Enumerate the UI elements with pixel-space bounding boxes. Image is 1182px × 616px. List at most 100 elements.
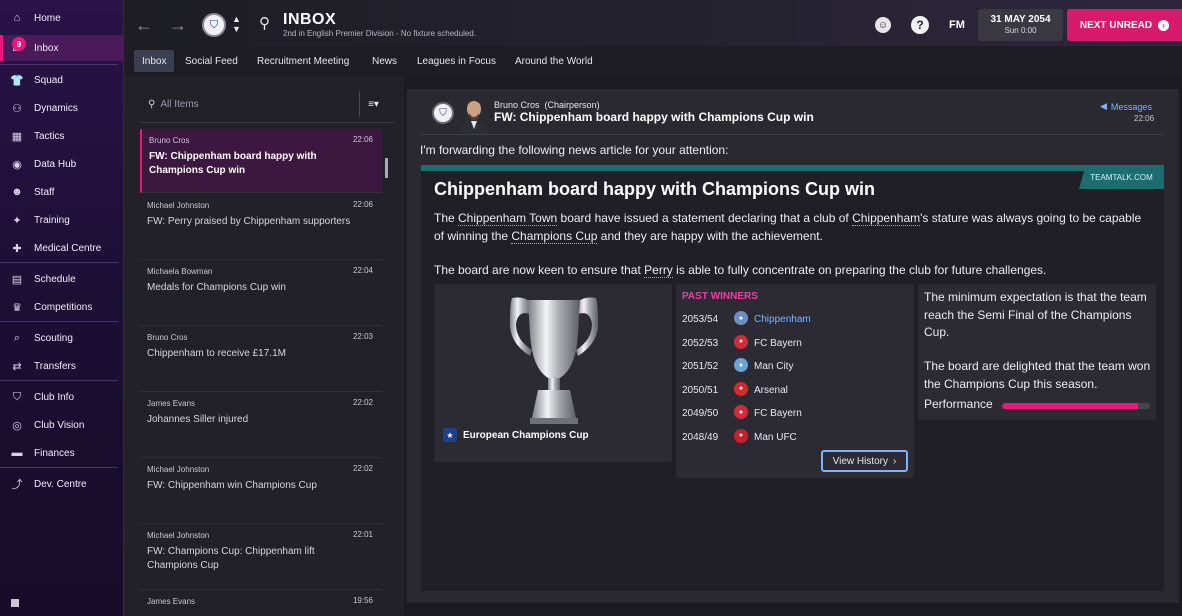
winner-club[interactable]: Arsenal <box>754 385 788 396</box>
view-history-button[interactable]: View History › <box>821 450 908 472</box>
club-menu-chevron-icon[interactable]: ▲ ▼ <box>232 14 241 34</box>
tab-around-the-world[interactable]: Around the World <box>507 50 601 72</box>
text: of the <box>1034 307 1071 322</box>
list-item[interactable]: James Evans 22:02 Johannes Siller injure… <box>140 392 382 458</box>
tab-news[interactable]: News <box>364 50 405 72</box>
past-winners-title: PAST WINNERS <box>682 291 758 302</box>
view-history-label: View History <box>832 455 889 467</box>
article-paragraph: The board are now keen to ensure that Pe… <box>434 262 1154 280</box>
sender-name[interactable]: Bruno Cros <box>494 100 540 110</box>
sidebar-item-finances[interactable]: ▬ Finances <box>0 440 124 466</box>
sidebar-item-dynamics[interactable]: ⚇ Dynamics <box>0 95 124 121</box>
text: . <box>946 325 950 339</box>
trophy-image <box>504 294 604 426</box>
sidebar-item-competitions[interactable]: ♛ Competitions <box>0 294 124 320</box>
club-badge-icon: ● <box>734 405 748 419</box>
season: 2050/51 <box>682 384 719 396</box>
forward-arrow-icon[interactable]: → <box>167 14 189 36</box>
scrollbar[interactable] <box>385 158 388 178</box>
winner-club[interactable]: FC Bayern <box>754 408 802 419</box>
finances-icon: ▬ <box>11 447 23 459</box>
list-item[interactable]: Michael Johnston 22:01 FW: Champions Cup… <box>140 524 382 590</box>
avatar[interactable] <box>460 97 488 134</box>
past-winner-row: 2053/54 ● Chippenham <box>682 311 892 327</box>
date-display[interactable]: 31 MAY 2054 Sun 0:00 <box>978 9 1063 41</box>
medical-icon: ✚ <box>12 242 22 255</box>
club-crest-icon[interactable]: ⛉ <box>202 13 226 37</box>
message-subject: FW: Chippenham win Champions Cup <box>147 480 317 491</box>
manager-icon[interactable]: ☺ <box>875 17 891 33</box>
sidebar-divider <box>0 467 118 468</box>
performance-label: Performance <box>924 397 993 411</box>
sender-line: Bruno Cros (Chairperson) <box>494 100 600 110</box>
season: 2053/54 <box>682 314 719 325</box>
past-winner-row: 2049/50 ● FC Bayern <box>682 405 892 421</box>
header-divider <box>420 134 1165 135</box>
sidebar-item-club-vision[interactable]: ◎ Club Vision <box>0 412 124 438</box>
chevron-right-icon: › <box>1158 19 1170 31</box>
search-icon[interactable]: ⚲ <box>259 14 270 32</box>
fm-menu-button[interactable]: FM <box>949 19 965 31</box>
message-sender: Michael Johnston <box>147 201 210 210</box>
current-time: Sun 0:00 <box>1004 26 1037 35</box>
text: and they are happy with the achievement. <box>597 228 823 243</box>
season: 2049/50 <box>682 408 719 419</box>
sidebar-item-label: Transfers <box>34 360 76 372</box>
list-item[interactable]: Bruno Cros 22:06 FW: Chippenham board ha… <box>140 129 382 193</box>
competition-link[interactable]: Champions Cup <box>511 228 598 244</box>
sidebar-item-staff[interactable]: ☻ Staff <box>0 179 124 205</box>
tab-inbox[interactable]: Inbox <box>134 50 175 72</box>
next-unread-button[interactable]: NEXT UNREAD › <box>1067 9 1182 41</box>
sidebar-item-home[interactable]: ⌂ Home <box>0 5 124 31</box>
messages-link[interactable]: ◀ Messages <box>1100 101 1152 112</box>
squad-icon: 👕 <box>10 74 24 87</box>
message-time: 22:06 <box>352 200 373 209</box>
club-badge-icon: ● <box>734 428 748 443</box>
chevron-right-icon: › <box>893 455 897 467</box>
sidebar-item-data-hub[interactable]: ◉ Data Hub <box>0 151 124 177</box>
data-hub-icon: ◉ <box>12 158 22 171</box>
back-arrow-icon[interactable]: ← <box>133 14 155 36</box>
list-item[interactable]: Michael Johnston 22:06 FW: Perry praised… <box>140 194 382 260</box>
winner-club[interactable]: Man UFC <box>754 432 797 443</box>
competition-link[interactable]: Champions Cup <box>944 377 1030 391</box>
tab-social-feed[interactable]: Social Feed <box>177 50 246 72</box>
past-winner-row: 2048/49 ● Man UFC <box>682 428 892 445</box>
club-link[interactable]: Chippenham <box>852 211 921 226</box>
sidebar-item-label: Finances <box>34 447 75 459</box>
filter-menu-button[interactable]: ≡▾ <box>359 91 387 117</box>
sidebar-item-transfers[interactable]: ⇄ Transfers <box>0 353 124 379</box>
sidebar-item-scouting[interactable]: ⌕ Scouting <box>0 325 124 351</box>
list-item[interactable]: James Evans 19:56 <box>140 590 382 616</box>
winner-club[interactable]: Man City <box>754 361 793 372</box>
sidebar-item-squad[interactable]: 👕 Squad <box>0 67 124 93</box>
tab-leagues-in-focus[interactable]: Leagues in Focus <box>409 50 504 72</box>
club-link[interactable]: Chippenham Town <box>458 211 558 226</box>
sidebar-item-club-info[interactable]: ⛉ Club Info <box>0 384 124 410</box>
search-input[interactable]: ⚲ All Items <box>148 96 348 112</box>
message-subject: Johannes Siller injured <box>147 414 249 425</box>
message-time: 22:03 <box>352 332 373 341</box>
list-item[interactable]: Michael Johnston 22:02 FW: Chippenham wi… <box>140 458 382 524</box>
message-sender: Michael Johnston <box>147 465 210 474</box>
sidebar-item-medical-centre[interactable]: ✚ Medical Centre <box>0 235 124 261</box>
sidebar-item-label: Inbox <box>34 42 59 54</box>
message-time: 19:56 <box>352 596 373 605</box>
sidebar-item-training[interactable]: ✦ Training <box>0 207 124 233</box>
sidebar-item-schedule[interactable]: ▤ Schedule <box>0 266 124 292</box>
messages-icon: ◀ <box>1100 101 1107 111</box>
competition-name[interactable]: European Champions Cup <box>463 430 589 441</box>
tab-recruitment-meeting[interactable]: Recruitment Meeting <box>249 50 357 72</box>
club-badge-icon: ● <box>734 358 748 372</box>
shield-icon: ⛉ <box>12 390 22 403</box>
player-link[interactable]: Perry <box>644 263 673 278</box>
winner-club[interactable]: Chippenham <box>754 314 811 325</box>
sidebar-item-label: Dynamics <box>34 102 78 114</box>
sidebar-item-tactics[interactable]: ▦ Tactics <box>0 123 124 149</box>
list-item[interactable]: Bruno Cros 22:03 Chippenham to receive £… <box>140 326 382 392</box>
sidebar-item-label: Medical Centre <box>34 242 102 254</box>
list-item[interactable]: Michaela Bowman 22:04 Medals for Champio… <box>140 260 382 326</box>
help-icon[interactable]: ? <box>911 16 929 34</box>
sidebar-item-dev-centre[interactable]: ⤴ Dev. Centre <box>0 471 124 497</box>
winner-club[interactable]: FC Bayern <box>754 338 802 349</box>
